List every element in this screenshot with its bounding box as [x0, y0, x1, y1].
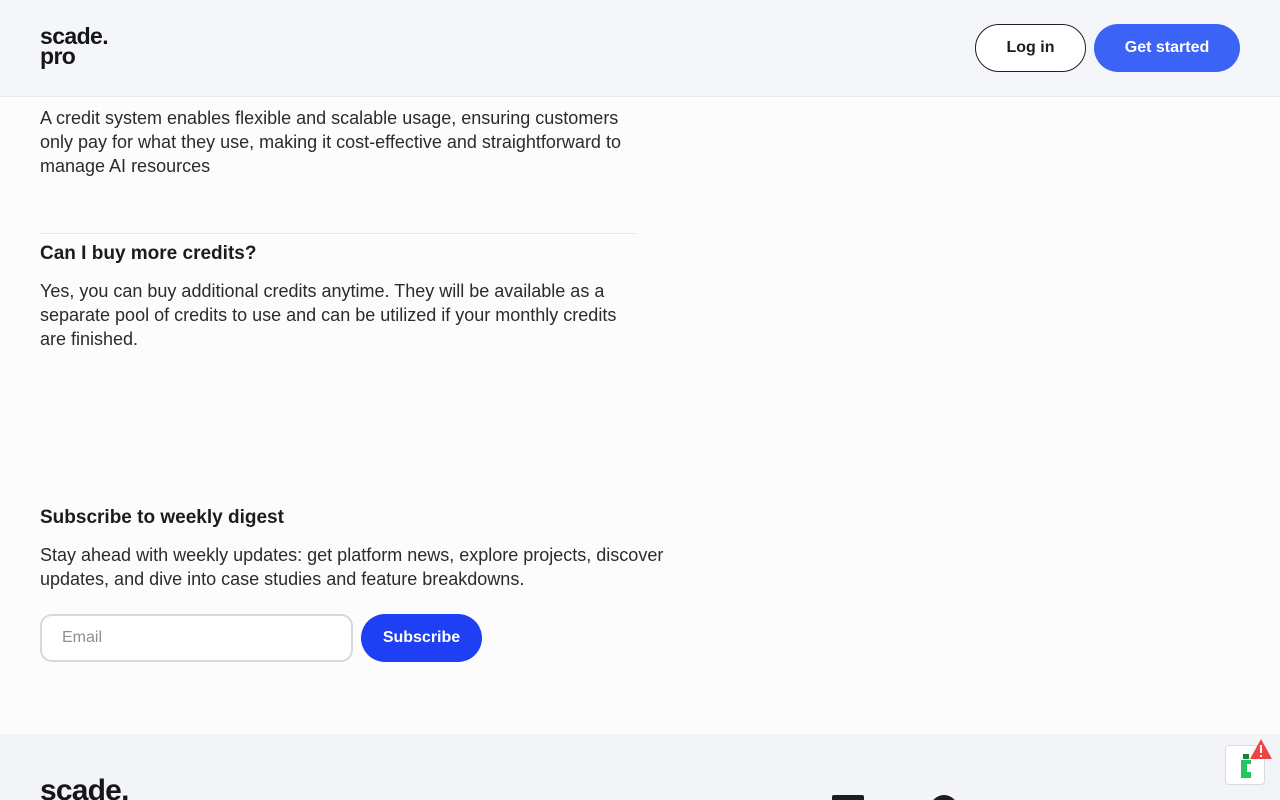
social-square-icon[interactable] [832, 795, 864, 800]
site-footer: scade. [0, 734, 1280, 800]
login-button[interactable]: Log in [975, 24, 1086, 72]
faq-divider [40, 233, 636, 234]
faq-question-buy-credits[interactable]: Can I buy more credits? [40, 243, 256, 265]
site-header: scade. pro Log in Get started [0, 0, 1280, 97]
social-circle-icon[interactable] [930, 795, 958, 800]
subscribe-title: Subscribe to weekly digest [40, 507, 284, 528]
logo-line-2: pro [40, 43, 76, 69]
scade-logo[interactable]: scade. pro [40, 25, 120, 69]
warning-icon [1250, 739, 1272, 759]
footer-logo[interactable]: scade. [40, 776, 129, 800]
faq-answer-credit-system: A credit system enables flexible and sca… [40, 108, 621, 176]
subscribe-description: Stay ahead with weekly updates: get plat… [40, 545, 664, 589]
email-input[interactable] [40, 614, 353, 662]
get-started-button[interactable]: Get started [1094, 24, 1240, 72]
subscribe-button[interactable]: Subscribe [361, 614, 482, 662]
faq-answer-buy-credits: Yes, you can buy additional credits anyt… [40, 281, 617, 349]
